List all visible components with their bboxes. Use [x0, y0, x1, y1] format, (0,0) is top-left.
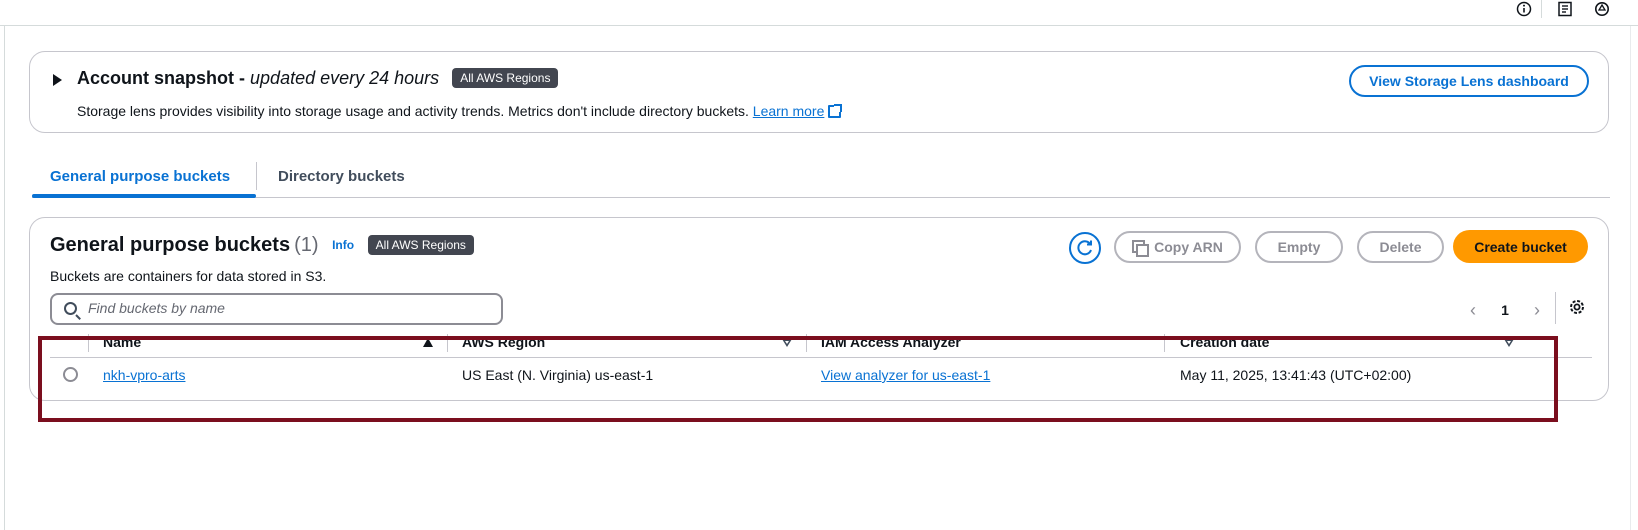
- snapshot-title-text: Account snapshot -: [77, 68, 246, 88]
- bucket-name-link[interactable]: nkh-vpro-arts: [103, 367, 185, 383]
- chevron-left-icon[interactable]: ‹: [1470, 301, 1476, 319]
- right-divider: [1630, 26, 1631, 530]
- panel-title-text: General purpose buckets: [50, 234, 291, 256]
- settings-panel-icon[interactable]: [1593, 0, 1611, 18]
- search-box: [50, 293, 503, 325]
- table-header: Name AWS Region IAM Access Analyzer Crea…: [50, 330, 1592, 358]
- bucket-type-tabs: General purpose buckets Directory bucket…: [32, 158, 1610, 198]
- general-purpose-buckets-panel: General purpose buckets (1) Info All AWS …: [29, 217, 1609, 401]
- regions-badge: All AWS Regions: [367, 235, 474, 255]
- refresh-button[interactable]: [1069, 232, 1101, 264]
- table-row: nkh-vpro-arts US East (N. Virginia) us-e…: [50, 359, 1592, 392]
- gear-icon[interactable]: [1568, 298, 1586, 316]
- search-input[interactable]: [88, 300, 488, 316]
- top-bar: [0, 0, 1638, 26]
- pagination-divider: [1555, 292, 1556, 324]
- bucket-count: (1): [294, 234, 319, 256]
- snapshot-description-text: Storage lens provides visibility into st…: [77, 103, 749, 119]
- delete-button[interactable]: Delete: [1357, 231, 1444, 263]
- account-snapshot-card: Account snapshot - updated every 24 hour…: [29, 51, 1609, 133]
- pagination: ‹ 1 ›: [1470, 299, 1540, 321]
- create-bucket-button[interactable]: Create bucket: [1453, 230, 1588, 263]
- bucket-region: US East (N. Virginia) us-east-1: [462, 367, 654, 383]
- snapshot-title: Account snapshot - updated every 24 hour…: [77, 68, 559, 89]
- refresh-icon: [1077, 240, 1092, 256]
- tab-directory-buckets[interactable]: Directory buckets: [278, 168, 405, 185]
- column-header-region[interactable]: AWS Region: [462, 334, 545, 350]
- expand-caret-icon[interactable]: [53, 74, 62, 86]
- copy-icon: [1132, 240, 1150, 257]
- column-divider: [447, 334, 448, 352]
- info-icon[interactable]: [1515, 0, 1533, 18]
- left-divider: [4, 26, 5, 530]
- learn-more-link[interactable]: Learn more: [753, 103, 825, 119]
- column-divider: [1164, 334, 1165, 352]
- bucket-creation-date: May 11, 2025, 13:41:43 (UTC+02:00): [1180, 367, 1412, 383]
- column-header-iam-access-analyzer[interactable]: IAM Access Analyzer: [821, 334, 961, 350]
- column-header-name[interactable]: Name: [103, 334, 141, 350]
- regions-badge: All AWS Regions: [452, 68, 559, 88]
- external-link-icon: [828, 104, 843, 118]
- row-select-radio[interactable]: [63, 367, 78, 382]
- snapshot-title-subtext: updated every 24 hours: [250, 68, 440, 88]
- column-divider: [806, 334, 807, 352]
- copy-arn-label: Copy ARN: [1154, 239, 1223, 255]
- active-tab-indicator: [32, 194, 256, 198]
- view-analyzer-link[interactable]: View analyzer for us-east-1: [821, 367, 990, 383]
- snapshot-description: Storage lens provides visibility into st…: [77, 103, 843, 119]
- empty-button[interactable]: Empty: [1255, 231, 1343, 263]
- chevron-right-icon[interactable]: ›: [1534, 301, 1540, 319]
- sort-icon[interactable]: [1504, 339, 1514, 347]
- tab-divider: [256, 162, 257, 190]
- sort-icon[interactable]: [782, 339, 792, 347]
- topbar-divider: [1541, 0, 1542, 18]
- panel-title: General purpose buckets (1) Info All AWS …: [50, 234, 474, 257]
- panel-description: Buckets are containers for data stored i…: [50, 268, 327, 284]
- column-divider: [88, 334, 89, 352]
- search-icon: [64, 302, 77, 315]
- column-header-creation-date[interactable]: Creation date: [1180, 334, 1269, 350]
- info-link[interactable]: Info: [332, 238, 354, 252]
- panel-icon[interactable]: [1556, 0, 1574, 18]
- copy-arn-button[interactable]: Copy ARN: [1114, 231, 1241, 263]
- current-page[interactable]: 1: [1501, 302, 1509, 318]
- sort-ascending-icon[interactable]: [423, 338, 433, 347]
- tab-general-purpose-buckets[interactable]: General purpose buckets: [50, 168, 230, 185]
- view-storage-lens-dashboard-button[interactable]: View Storage Lens dashboard: [1349, 65, 1589, 97]
